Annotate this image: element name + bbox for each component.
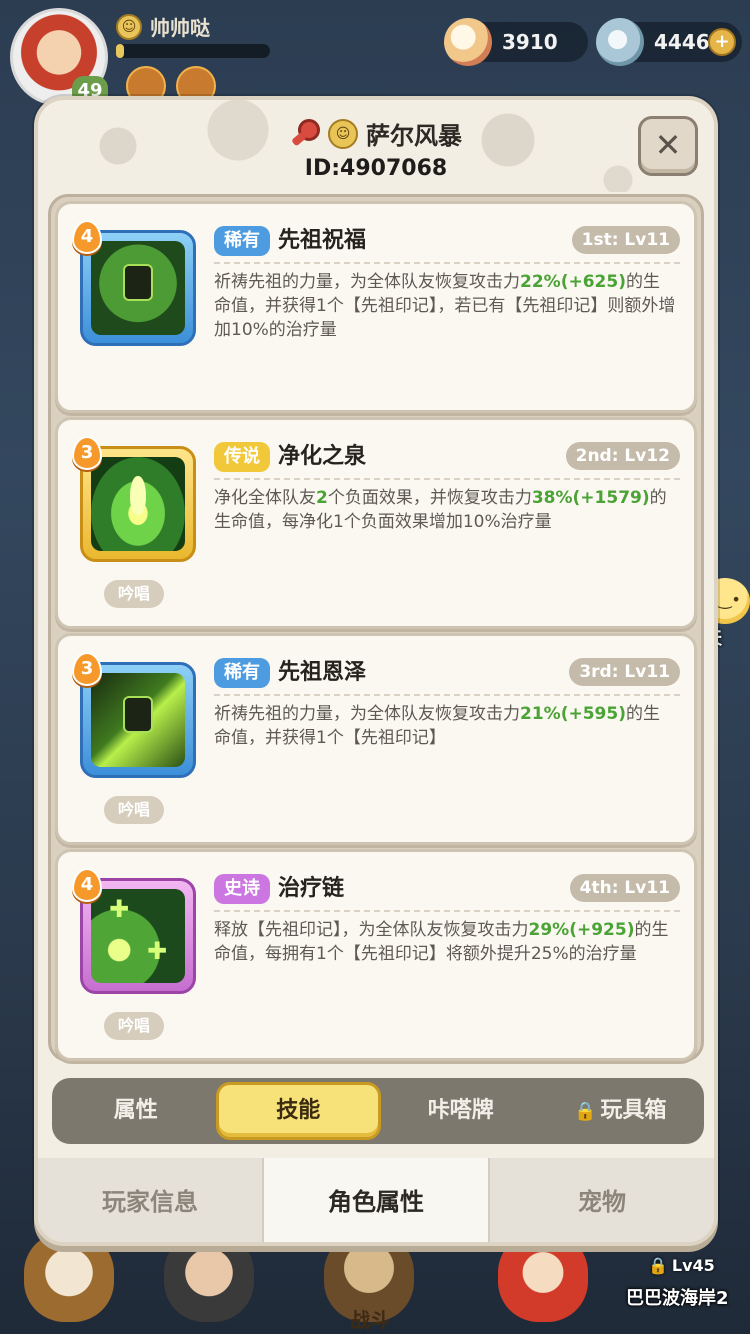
gem-currency: 44461 + <box>596 18 742 66</box>
skill-card[interactable]: 3 吟唱 传说 净化之泉 2nd: Lv12 净化全体队友2个负面效果，并恢复攻… <box>55 417 697 629</box>
skill-card[interactable]: ✚ ✚ 4 吟唱 史诗 治疗链 4th: Lv11 释放【先祖印记】，为全体队友… <box>55 849 697 1061</box>
skill-description: 释放【先祖印记】，为全体队友恢复攻击力29%(+925)的生命值，每拥有1个【先… <box>214 918 676 966</box>
divider <box>214 694 680 696</box>
panel-footer-tabs: 玩家信息 角色属性 宠物 <box>38 1158 714 1242</box>
desc-text: 祈祷先祖的力量，为全体队友恢复攻击力 <box>214 704 520 724</box>
lock-icon: 🔒 <box>648 1256 668 1275</box>
exp-bar <box>116 44 270 58</box>
rarity-badge: 史诗 <box>214 874 270 904</box>
close-icon: ✕ <box>654 126 682 164</box>
skill-level-badge: 1st: Lv11 <box>571 226 680 254</box>
skill-list[interactable]: 4 稀有 先祖祝福 1st: Lv11 祈祷先祖的力量，为全体队友恢复攻击力22… <box>48 194 704 1062</box>
close-button[interactable]: ✕ <box>638 116 698 176</box>
skill-tier-badge: 3 <box>72 652 102 686</box>
purify-spring-icon <box>91 457 185 551</box>
skill-level-badge: 4th: Lv11 <box>569 874 680 902</box>
skill-name: 净化之泉 <box>278 444 367 469</box>
healing-chain-icon: ✚ ✚ <box>91 889 185 983</box>
location-name[interactable]: 巴巴波海岸2 <box>626 1284 729 1310</box>
desc-text: 释放【先祖印记】，为全体队友恢复攻击力 <box>214 920 529 940</box>
detail-tab-bar: 属性 技能 咔嗒牌 🔒 玩具箱 <box>52 1078 704 1144</box>
tab-character-attributes[interactable]: 角色属性 <box>264 1158 490 1242</box>
rarity-badge: 传说 <box>214 442 270 472</box>
tab-cards[interactable]: 咔嗒牌 <box>381 1082 541 1140</box>
desc-value: 22%(+625) <box>520 272 626 292</box>
skill-name: 治疗链 <box>278 876 345 901</box>
chant-tag: 吟唱 <box>104 796 164 824</box>
skill-tier-badge: 3 <box>72 436 102 470</box>
tab-skills[interactable]: 技能 <box>215 1082 381 1140</box>
rarity-badge: 稀有 <box>214 658 270 688</box>
divider <box>214 262 680 264</box>
desc-value: 21%(+595) <box>520 704 626 724</box>
desc-value: 38%(+1579) <box>531 488 650 508</box>
skill-description: 祈祷先祖的力量，为全体队友恢复攻击力22%(+625)的生命值，并获得1个【先祖… <box>214 270 676 342</box>
desc-text: 个负面效果，并恢复攻击力 <box>327 488 532 508</box>
skill-level-badge: 3rd: Lv11 <box>569 658 680 686</box>
gem-icon <box>596 18 644 66</box>
character-face-icon: ☺ <box>328 118 358 149</box>
divider <box>214 910 680 912</box>
ancestor-grace-icon <box>91 673 185 767</box>
desc-value: 2 <box>316 488 328 508</box>
add-gems-button[interactable]: + <box>708 28 736 56</box>
panel-title: ☺ 萨尔风暴 <box>38 116 714 151</box>
skill-name: 先祖恩泽 <box>278 660 367 685</box>
desc-text: 祈祷先祖的力量，为全体队友恢复攻击力 <box>214 272 520 292</box>
shell-icon <box>444 18 492 66</box>
skill-description: 祈祷先祖的力量，为全体队友恢复攻击力21%(+595)的生命值，并获得1个【先祖… <box>214 702 676 750</box>
tab-pets[interactable]: 宠物 <box>490 1158 714 1242</box>
locked-level: Lv45 <box>671 1256 715 1275</box>
locked-level-indicator: 🔒 Lv45 <box>648 1256 715 1275</box>
skill-name: 先祖祝福 <box>278 228 367 253</box>
key-icon <box>290 118 320 149</box>
shell-currency: 3910 <box>444 18 588 66</box>
tab-player-info[interactable]: 玩家信息 <box>38 1158 264 1242</box>
player-name: 帅帅哒 <box>150 16 210 40</box>
rarity-badge: 稀有 <box>214 226 270 256</box>
tab-toybox[interactable]: 🔒 玩具箱 <box>541 1082 701 1140</box>
skill-tier-badge: 4 <box>72 868 102 902</box>
desc-value: 29%(+925) <box>528 920 635 940</box>
player-id: ID:4907068 <box>304 156 448 181</box>
chant-tag: 吟唱 <box>104 580 164 608</box>
ancestor-blessing-icon <box>91 241 185 335</box>
divider <box>214 478 680 480</box>
chant-tag: 吟唱 <box>104 1012 164 1040</box>
tab-toybox-label: 玩具箱 <box>600 1098 667 1123</box>
smiley-icon: ☺ <box>116 13 142 40</box>
skill-card[interactable]: 3 吟唱 稀有 先祖恩泽 3rd: Lv11 祈祷先祖的力量，为全体队友恢复攻击… <box>55 633 697 845</box>
player-name-row: ☺ 帅帅哒 <box>116 12 210 41</box>
skill-tier-badge: 4 <box>72 220 102 254</box>
battle-label[interactable]: 战斗 <box>350 1304 390 1333</box>
skill-level-badge: 2nd: Lv12 <box>565 442 680 470</box>
shell-amount: 3910 <box>502 30 558 54</box>
skill-card[interactable]: 4 稀有 先祖祝福 1st: Lv11 祈祷先祖的力量，为全体队友恢复攻击力22… <box>55 201 697 413</box>
skill-description: 净化全体队友2个负面效果，并恢复攻击力38%(+1579)的生命值，每净化1个负… <box>214 486 676 534</box>
desc-text: 净化全体队友 <box>214 488 316 508</box>
character-name: 萨尔风暴 <box>366 122 462 150</box>
character-panel: ☺ 萨尔风暴 ID:4907068 ✕ 4 稀有 先祖祝福 1st: Lv11 … <box>34 96 718 1246</box>
tab-attributes[interactable]: 属性 <box>56 1082 216 1140</box>
lock-icon: 🔒 <box>574 1101 597 1122</box>
exp-bar-fill <box>116 44 124 58</box>
top-hud: 49 ☺ 帅帅哒 3910 44461 + <box>0 0 750 106</box>
